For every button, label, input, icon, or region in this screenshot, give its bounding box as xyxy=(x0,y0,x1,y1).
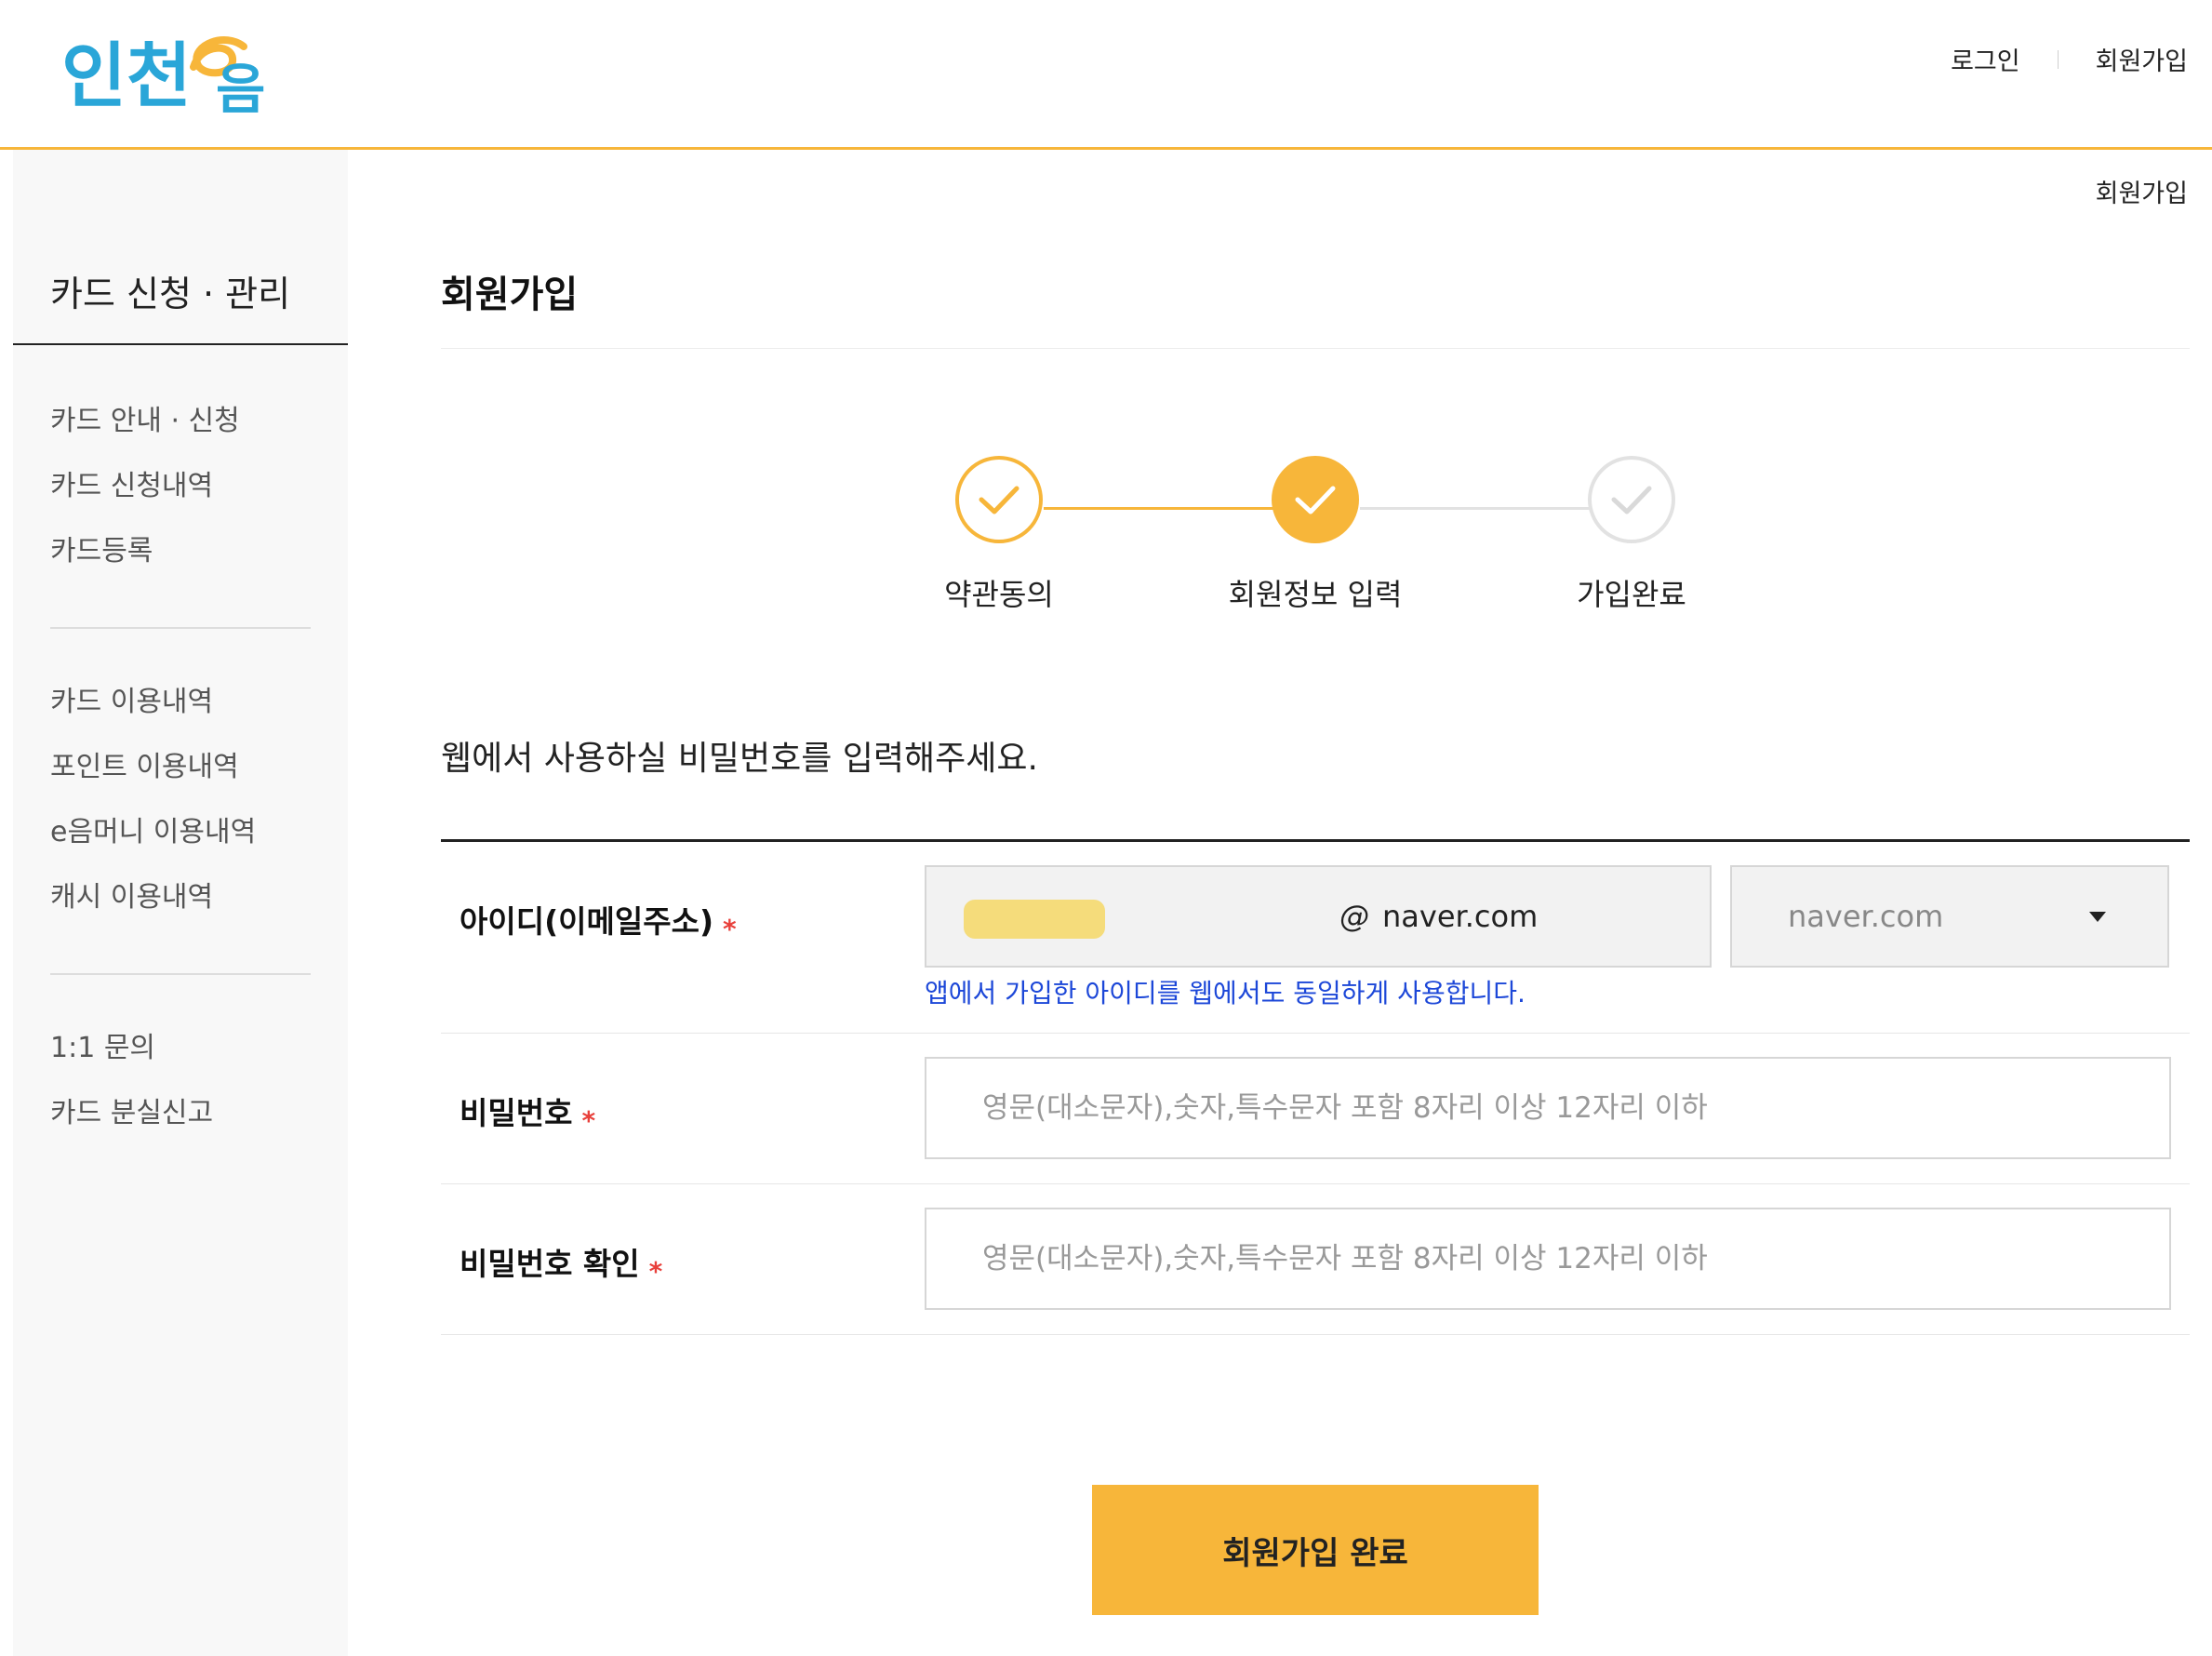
step-terms: 약관동의 xyxy=(906,456,1092,614)
row-divider xyxy=(441,1033,2190,1034)
signup-complete-button[interactable]: 회원가입 완료 xyxy=(1092,1485,1539,1615)
row-divider xyxy=(441,1334,2190,1335)
signup-link[interactable]: 회원가입 xyxy=(2096,41,2188,77)
domain-select-value: naver.com xyxy=(1788,899,1944,934)
required-mark: * xyxy=(648,1256,663,1287)
svg-text:인천: 인천 xyxy=(61,34,192,117)
svg-text:음: 음 xyxy=(216,58,265,121)
breadcrumb: 회원가입 xyxy=(2095,180,2188,208)
email-domain-text: naver.com xyxy=(1382,899,1539,934)
check-icon xyxy=(955,456,1043,543)
id-label-text: 아이디(이메일주소) xyxy=(460,903,714,940)
header: 인천 음 로그인 회원가입 xyxy=(0,0,2212,150)
instruction-text: 웹에서 사용하실 비밀번호를 입력해주세요. xyxy=(441,740,1038,778)
step-member-info: 회원정보 입력 xyxy=(1222,456,1408,614)
sidebar-item-card-info[interactable]: 카드 안내 · 신청 xyxy=(50,389,322,454)
email-at-sign: @ xyxy=(1339,899,1369,934)
sidebar-divider xyxy=(50,973,311,975)
sidebar-item-lost-card[interactable]: 카드 분실신고 xyxy=(50,1081,322,1146)
sidebar-group-card: 카드 안내 · 신청 카드 신청내역 카드등록 xyxy=(50,389,322,584)
title-divider xyxy=(441,348,2190,349)
password-confirm-label-text: 비밀번호 확인 xyxy=(460,1246,640,1282)
password-confirm-label: 비밀번호 확인 * xyxy=(460,1239,663,1287)
sidebar-item-cash-usage[interactable]: 캐시 이용내역 xyxy=(50,865,322,930)
sidebar-item-card-register[interactable]: 카드등록 xyxy=(50,519,322,584)
top-nav: 로그인 회원가입 xyxy=(1951,41,2188,77)
sidebar-item-card-usage[interactable]: 카드 이용내역 xyxy=(50,670,322,735)
sidebar-group-usage: 카드 이용내역 포인트 이용내역 e음머니 이용내역 캐시 이용내역 xyxy=(50,670,322,930)
email-field[interactable]: @ naver.com xyxy=(925,865,1712,968)
sidebar-group-support: 1:1 문의 카드 분실신고 xyxy=(50,1016,322,1146)
form-top-divider xyxy=(441,839,2190,842)
id-label: 아이디(이메일주소) * xyxy=(460,897,737,944)
check-icon xyxy=(1588,456,1675,543)
domain-select[interactable]: naver.com xyxy=(1730,865,2169,968)
sidebar-item-inquiry[interactable]: 1:1 문의 xyxy=(50,1016,322,1081)
step-complete: 가입완료 xyxy=(1539,456,1725,614)
step-label: 약관동의 xyxy=(944,577,1054,612)
sidebar-title-text: 카드 신청 · 관리 xyxy=(50,274,291,314)
sidebar-item-card-applications[interactable]: 카드 신청내역 xyxy=(50,454,322,519)
password-input[interactable] xyxy=(925,1057,2171,1159)
nav-separator xyxy=(2057,49,2059,69)
redacted-email-id xyxy=(964,900,1105,939)
sidebar-item-point-usage[interactable]: 포인트 이용내역 xyxy=(50,735,322,800)
signup-stepper: 약관동의 회원정보 입력 가입완료 xyxy=(930,456,1721,623)
check-icon xyxy=(1272,456,1359,543)
sidebar-item-money-usage[interactable]: e음머니 이용내역 xyxy=(50,800,322,865)
password-confirm-input[interactable] xyxy=(925,1208,2171,1310)
password-label: 비밀번호 * xyxy=(460,1088,596,1136)
page-title: 회원가입 xyxy=(441,274,579,316)
sidebar-title: 카드 신청 · 관리 xyxy=(13,150,348,345)
login-link[interactable]: 로그인 xyxy=(1951,41,2020,77)
row-divider xyxy=(441,1183,2190,1184)
id-note: 앱에서 가입한 아이디를 웹에서도 동일하게 사용합니다. xyxy=(925,978,1526,1008)
incheon-eum-logo[interactable]: 인천 음 xyxy=(61,26,294,128)
sidebar-divider xyxy=(50,627,311,629)
step-label: 가입완료 xyxy=(1577,577,1686,612)
password-label-text: 비밀번호 xyxy=(460,1095,573,1131)
dropdown-arrow-icon xyxy=(2089,912,2106,922)
required-mark: * xyxy=(723,914,737,944)
required-mark: * xyxy=(581,1105,596,1136)
step-label: 회원정보 입력 xyxy=(1228,577,1403,612)
sidebar: 카드 신청 · 관리 카드 안내 · 신청 카드 신청내역 카드등록 카드 이용… xyxy=(13,150,348,1656)
